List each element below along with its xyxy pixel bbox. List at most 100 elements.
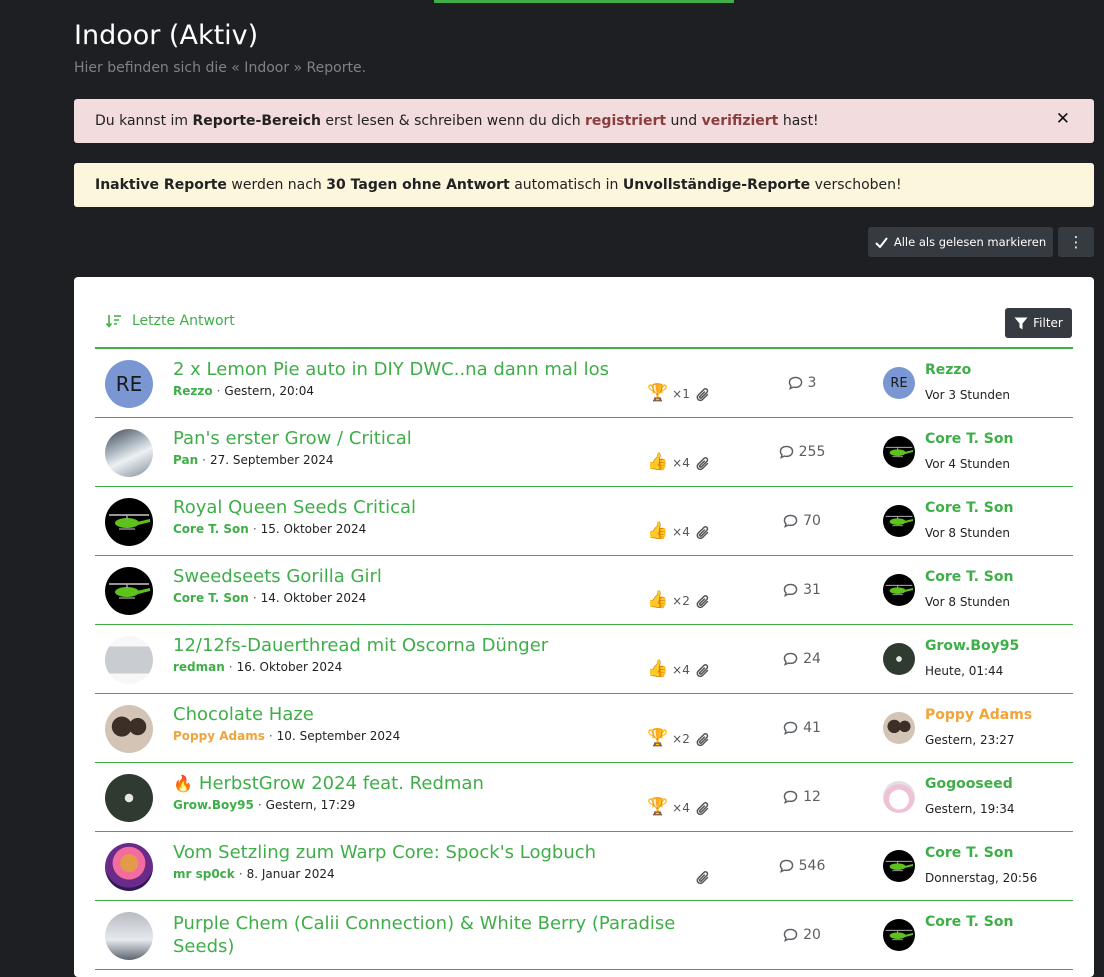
reply-count[interactable]: 70	[767, 513, 837, 529]
thread-title[interactable]: 🔥 HerbstGrow 2024 feat. Redman	[173, 773, 484, 794]
last-poster-name[interactable]: Rezzo	[925, 362, 971, 378]
thumbs-up-icon: 👍	[647, 452, 669, 472]
reaction-summary[interactable]: 👍 ×4	[647, 661, 690, 678]
thread-title[interactable]: Chocolate Haze	[173, 704, 314, 725]
author-avatar[interactable]	[105, 774, 153, 822]
last-poster-avatar[interactable]	[883, 850, 915, 882]
reaction-summary[interactable]: 👍 ×2	[647, 592, 690, 609]
thread-title[interactable]: Vom Setzling zum Warp Core: Spock's Logb…	[173, 842, 596, 863]
reply-count[interactable]: 41	[767, 720, 837, 736]
last-poster-name[interactable]: Core T. Son	[925, 500, 1013, 516]
thread-row[interactable]: 12/12fs-Dauerthread mit Oscorna Dünger re…	[95, 625, 1073, 694]
comment-icon	[779, 859, 794, 873]
reaction-summary[interactable]: 👍 ×4	[647, 454, 690, 471]
thread-title[interactable]: 2 x Lemon Pie auto in DIY DWC..na dann m…	[173, 359, 609, 380]
reaction-summary[interactable]: 👍 ×4	[647, 523, 690, 540]
thread-title-text: HerbstGrow 2024 feat. Redman	[198, 773, 484, 794]
thread-row[interactable]: Sweedseets Gorilla Girl Core T. Son · 14. O…	[95, 556, 1073, 625]
thread-author[interactable]: Poppy Adams	[173, 729, 265, 743]
last-poster-avatar[interactable]	[883, 436, 915, 468]
reply-count[interactable]: 255	[767, 444, 837, 460]
author-avatar[interactable]	[105, 498, 153, 546]
thread-row[interactable]: 🔥 HerbstGrow 2024 feat. Redman Grow.Boy95 ·…	[95, 763, 1073, 832]
thread-title-text: Royal Queen Seeds Critical	[173, 497, 417, 518]
comment-icon	[783, 721, 798, 735]
thread-list: RE 2 x Lemon Pie auto in DIY DWC..na dann…	[95, 349, 1073, 970]
thread-title-text: Pan's erster Grow / Critical	[173, 428, 412, 449]
thread-row[interactable]: Chocolate Haze Poppy Adams · 10. September …	[95, 694, 1073, 763]
thread-author[interactable]: Pan	[173, 453, 198, 467]
reply-count[interactable]: 546	[767, 858, 837, 874]
author-avatar[interactable]	[105, 912, 153, 960]
last-poster-avatar[interactable]	[883, 919, 915, 951]
last-poster-name[interactable]: Gogooseed	[925, 776, 1013, 792]
author-avatar[interactable]	[105, 843, 153, 891]
reply-count[interactable]: 31	[767, 582, 837, 598]
comment-icon	[779, 445, 794, 459]
author-avatar[interactable]	[105, 636, 153, 684]
thread-title[interactable]: Pan's erster Grow / Critical	[173, 428, 412, 449]
last-poster-name[interactable]: Core T. Son	[925, 431, 1013, 447]
reaction-summary[interactable]: 🏆 ×4	[647, 799, 690, 816]
author-avatar[interactable]	[105, 705, 153, 753]
last-poster-name[interactable]: Poppy Adams	[925, 707, 1032, 723]
close-icon[interactable]: ✕	[1056, 109, 1070, 129]
meta-separator: ·	[268, 729, 273, 743]
thread-row[interactable]: Vom Setzling zum Warp Core: Spock's Logb…	[95, 832, 1073, 901]
author-avatar[interactable]: RE	[105, 360, 153, 408]
last-poster-name[interactable]: Core T. Son	[925, 845, 1013, 861]
reaction-summary[interactable]: 🏆 ×1	[647, 385, 690, 402]
thread-row[interactable]: Pan's erster Grow / Critical Pan · 27. Sept…	[95, 418, 1073, 487]
thread-author[interactable]: Grow.Boy95	[173, 798, 254, 812]
reply-count[interactable]: 12	[767, 789, 837, 805]
thread-start-date: 10. September 2024	[276, 729, 401, 743]
thread-start-date: 15. Oktober 2024	[260, 522, 367, 536]
comment-icon	[783, 583, 798, 597]
last-poster-avatar[interactable]	[883, 781, 915, 813]
sort-control[interactable]: Letzte Antwort	[106, 313, 235, 329]
thread-author[interactable]: Core T. Son	[173, 522, 249, 536]
thread-title[interactable]: Sweedseets Gorilla Girl	[173, 566, 382, 587]
reaction-summary[interactable]: 🏆 ×2	[647, 730, 690, 747]
thread-row[interactable]: Royal Queen Seeds Critical Core T. Son · 15…	[95, 487, 1073, 556]
last-post-time: Vor 3 Stunden	[925, 388, 1010, 402]
last-poster-avatar[interactable]	[883, 574, 915, 606]
thread-author[interactable]: Rezzo	[173, 384, 213, 398]
thread-meta: Pan · 27. September 2024	[173, 453, 334, 467]
verify-link[interactable]: verifiziert	[702, 113, 779, 129]
thread-title[interactable]: Royal Queen Seeds Critical	[173, 497, 416, 518]
inactive-notice: Inaktive Reporte werden nach 30 Tagen oh…	[74, 163, 1094, 207]
reply-count-value: 3	[807, 375, 817, 391]
page-title: Indoor (Aktiv)	[74, 20, 259, 51]
thread-author[interactable]: redman	[173, 660, 225, 674]
reply-count[interactable]: 3	[767, 375, 837, 391]
last-poster-name[interactable]: Core T. Son	[925, 569, 1013, 585]
thread-start-date: 8. Januar 2024	[246, 867, 335, 881]
thread-row[interactable]: Purple Chem (Calii Connection) & White B…	[95, 901, 1073, 970]
thread-title[interactable]: 12/12fs-Dauerthread mit Oscorna Dünger	[173, 635, 548, 656]
more-options-button[interactable]: ⋮	[1058, 227, 1094, 257]
meta-separator: ·	[252, 591, 257, 605]
reply-count[interactable]: 24	[767, 651, 837, 667]
reply-count[interactable]: 20	[767, 927, 837, 943]
last-poster-avatar[interactable]: RE	[883, 367, 915, 399]
register-link[interactable]: registriert	[585, 113, 666, 129]
attachment-icon	[696, 663, 710, 679]
author-avatar[interactable]	[105, 567, 153, 615]
thread-meta: Core T. Son · 15. Oktober 2024	[173, 522, 366, 536]
thread-row[interactable]: RE 2 x Lemon Pie auto in DIY DWC..na dann…	[95, 349, 1073, 418]
thread-author[interactable]: mr sp0ck	[173, 867, 235, 881]
author-avatar[interactable]	[105, 429, 153, 477]
last-poster-name[interactable]: Grow.Boy95	[925, 638, 1019, 654]
thread-title-text: Vom Setzling zum Warp Core: Spock's Logb…	[173, 842, 597, 863]
thread-author[interactable]: Core T. Son	[173, 591, 249, 605]
mark-all-read-button[interactable]: Alle als gelesen markieren	[868, 227, 1053, 257]
attachment-icon	[696, 732, 710, 748]
last-poster-avatar[interactable]	[883, 505, 915, 537]
last-poster-avatar[interactable]	[883, 712, 915, 744]
last-poster-name[interactable]: Core T. Son	[925, 914, 1013, 930]
last-poster-avatar[interactable]	[883, 643, 915, 675]
page-description: Hier befinden sich die « Indoor » Report…	[74, 60, 367, 76]
filter-button[interactable]: Filter	[1005, 308, 1072, 338]
thread-title[interactable]: Purple Chem (Calii Connection) & White B…	[173, 912, 693, 958]
